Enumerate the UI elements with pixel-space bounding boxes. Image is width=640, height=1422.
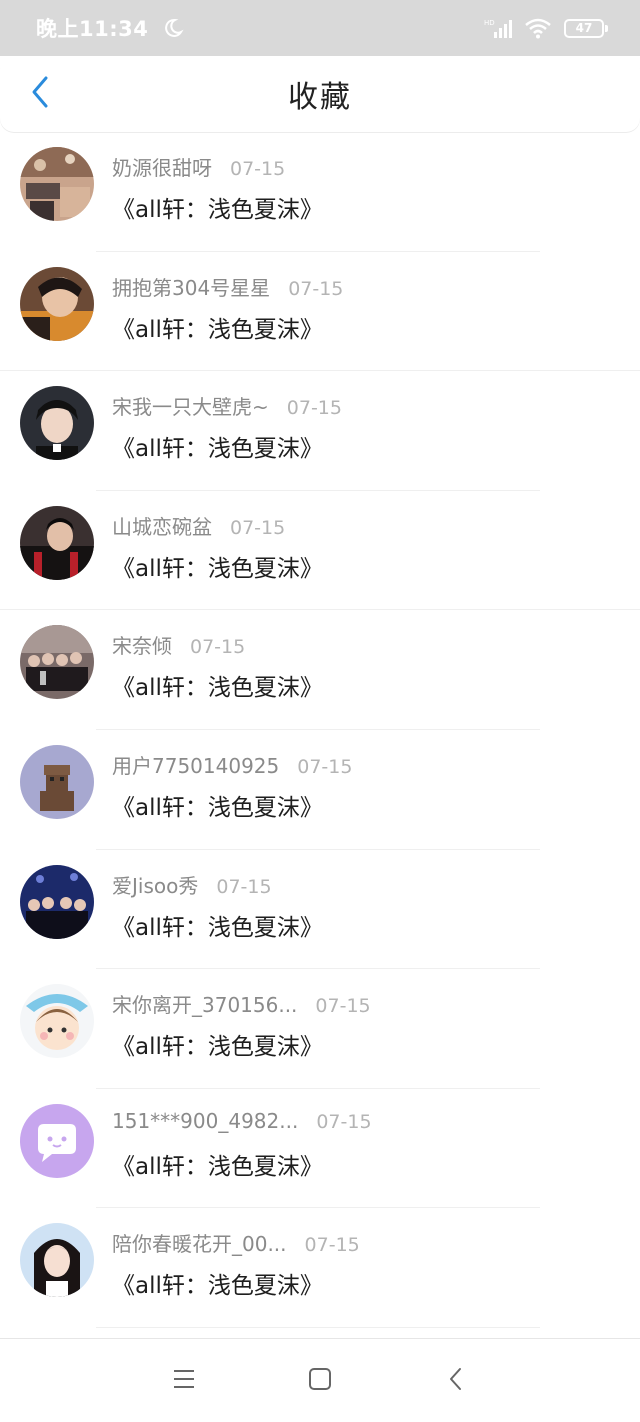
username: 陪你春暖花开_00... xyxy=(112,1232,287,1257)
username: 用户7750140925 xyxy=(112,753,280,778)
header: 收藏 xyxy=(0,56,640,132)
list-item[interactable]: 陪你春暖花开_00... 07-15 《all轩：浅色夏沫》 xyxy=(0,1208,640,1328)
date: 07-15 xyxy=(230,158,286,180)
favorite-title: 《all轩：浅色夏沫》 xyxy=(112,675,323,702)
list-item[interactable]: 拥抱第304号星星 07-15 《all轩：浅色夏沫》 xyxy=(0,252,640,372)
list-item[interactable]: 山城恋碗盆 07-15 《all轩：浅色夏沫》 xyxy=(0,491,640,611)
list-item[interactable]: 用户7750140925 07-15 《all轩：浅色夏沫》 xyxy=(0,730,640,850)
page-title: 收藏 xyxy=(288,80,352,115)
divider xyxy=(96,1326,540,1328)
home-icon xyxy=(308,1367,332,1395)
favorite-title: 《all轩：浅色夏沫》 xyxy=(112,197,323,223)
date: 07-15 xyxy=(286,397,342,420)
avatar[interactable] xyxy=(20,984,94,1059)
date: 07-15 xyxy=(230,516,286,539)
system-nav-bar xyxy=(0,1338,640,1422)
status-icons: HD 47 xyxy=(484,17,608,39)
date: 07-15 xyxy=(297,755,353,778)
avatar[interactable] xyxy=(20,1103,94,1178)
battery-icon: 47 xyxy=(564,18,608,38)
avatar[interactable] xyxy=(20,505,94,580)
chevron-left-icon xyxy=(29,75,51,113)
favorite-title: 《all轩：浅色夏沫》 xyxy=(112,1153,323,1180)
back-icon xyxy=(448,1367,464,1395)
favorite-title: 《all轩：浅色夏沫》 xyxy=(112,794,323,821)
date: 07-15 xyxy=(216,875,272,898)
status-time: 晚上11:34 xyxy=(36,17,149,41)
avatar[interactable] xyxy=(20,1223,94,1298)
signal-icon: HD xyxy=(484,17,512,39)
username: 宋你离开_370156... xyxy=(112,993,298,1018)
avatar[interactable] xyxy=(20,625,94,700)
menu-icon xyxy=(172,1368,196,1394)
avatar[interactable] xyxy=(20,147,94,221)
username: 宋我一只大壁虎~ xyxy=(112,395,269,420)
list-item[interactable]: 宋你离开_370156... 07-15 《all轩：浅色夏沫》 xyxy=(0,969,640,1089)
avatar[interactable] xyxy=(20,744,94,819)
username: 151***900_4982... xyxy=(112,1108,299,1133)
username: 奶源很甜呀 xyxy=(112,156,212,180)
date: 07-15 xyxy=(190,636,246,659)
username: 爱Jisoo秀 xyxy=(112,873,199,898)
avatar[interactable] xyxy=(20,386,94,461)
username: 拥抱第304号星星 xyxy=(112,275,271,300)
status-bar: 晚上11:34 HD 47 xyxy=(0,0,640,56)
menu-button[interactable] xyxy=(166,1363,202,1399)
list-item[interactable]: 151***900_4982... 07-15 《all轩：浅色夏沫》 xyxy=(0,1089,640,1209)
date: 07-15 xyxy=(315,995,371,1018)
favorites-list: 奶源很甜呀 07-15 《all轩：浅色夏沫》 拥抱第304号星星 07-15 … xyxy=(0,132,640,1328)
back-button[interactable] xyxy=(20,74,60,114)
list-item[interactable]: 宋我一只大壁虎~ 07-15 《all轩：浅色夏沫》 xyxy=(0,371,640,491)
favorite-title: 《all轩：浅色夏沫》 xyxy=(112,914,323,941)
date: 07-15 xyxy=(304,1234,360,1257)
favorite-title: 《all轩：浅色夏沫》 xyxy=(112,316,323,343)
favorite-title: 《all轩：浅色夏沫》 xyxy=(112,436,323,463)
avatar[interactable] xyxy=(20,266,94,341)
date: 07-15 xyxy=(288,277,344,300)
list-item[interactable]: 爱Jisoo秀 07-15 《all轩：浅色夏沫》 xyxy=(0,850,640,970)
back-nav-button[interactable] xyxy=(438,1363,474,1399)
favorite-title: 《all轩：浅色夏沫》 xyxy=(112,1273,323,1300)
home-button[interactable] xyxy=(302,1363,338,1399)
moon-icon xyxy=(162,17,184,39)
wifi-icon xyxy=(524,17,552,39)
username: 山城恋碗盆 xyxy=(112,514,212,539)
list-item[interactable]: 宋奈倾 07-15 《all轩：浅色夏沫》 xyxy=(0,610,640,730)
favorite-title: 《all轩：浅色夏沫》 xyxy=(112,1034,323,1061)
date: 07-15 xyxy=(316,1110,372,1133)
svg-text:HD: HD xyxy=(484,19,495,27)
favorite-title: 《all轩：浅色夏沫》 xyxy=(112,555,323,582)
username: 宋奈倾 xyxy=(112,634,172,659)
avatar[interactable] xyxy=(20,864,94,939)
list-item[interactable]: 奶源很甜呀 07-15 《all轩：浅色夏沫》 xyxy=(0,132,640,252)
